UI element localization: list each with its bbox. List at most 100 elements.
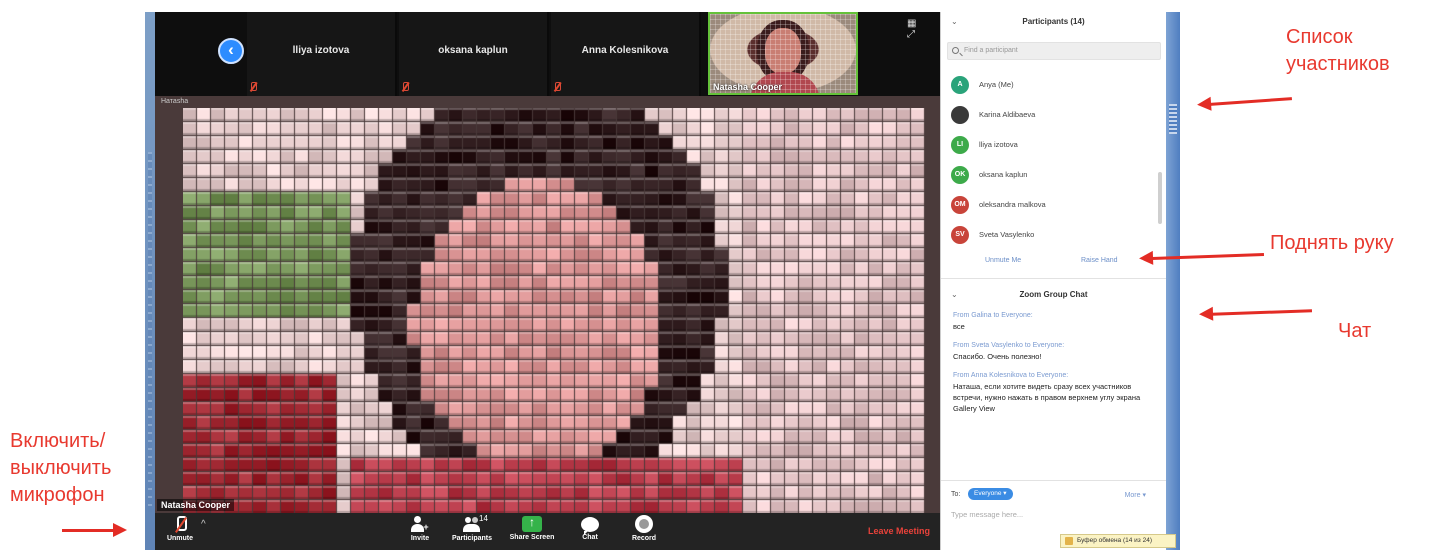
screenshot-stage: ‹ lliya izotova oksana kaplun Anna Koles… (0, 0, 1443, 550)
meeting-toolbar: Unmute ^ + Invite 14 Participants Share … (155, 513, 940, 550)
participant-row[interactable]: OK oksana kaplun (949, 162, 1161, 192)
annotation-arrow-participants (1209, 97, 1293, 106)
annotation-arrow-mic (62, 523, 127, 537)
message-text: Наташа, если хотите видеть сразу всех уч… (953, 382, 1141, 413)
unmute-button[interactable]: Unmute (155, 515, 205, 542)
participant-row[interactable]: Karina Aldibaeva (949, 102, 1161, 132)
participant-row[interactable]: SV Sveta Vasylenko (949, 222, 1161, 252)
to-label: To: (951, 491, 961, 498)
participant-name: oksana kaplun (979, 170, 1028, 179)
chat-message: From Sveta Vasylenko to Everyone: Спасиб… (953, 342, 1158, 362)
chat-message-input[interactable]: Type message here... (951, 510, 1023, 519)
thumbnail-oksana[interactable]: oksana kaplun (399, 12, 549, 96)
participants-header: ⌄ Participants (14) (941, 12, 1166, 32)
thumbnail-name: Natasha Cooper (713, 82, 783, 92)
participant-name: Sveta Vasylenko (979, 230, 1035, 239)
message-sender: From Anna Kolesnikova to Everyone: (953, 372, 1069, 379)
record-icon (635, 515, 653, 533)
participants-button[interactable]: 14 Participants (447, 514, 497, 542)
avatar: OM (951, 196, 969, 214)
chat-message: From Anna Kolesnikova to Everyone: Наташ… (953, 372, 1158, 414)
chat-button[interactable]: Chat (565, 515, 615, 541)
muted-mic-icon (401, 82, 409, 92)
thumbnail-name: lliya izotova (292, 45, 350, 56)
share-screen-button[interactable]: Share Screen (507, 515, 557, 541)
annotation-mic: Включить/ выключить микрофон (10, 430, 112, 506)
muted-mic-icon (171, 515, 189, 533)
chat-message: From Galina to Everyone: все (953, 312, 1158, 332)
participant-name: Anya (Me) (979, 80, 1014, 89)
side-panel: ⌄ Participants (14) Find a participant A… (940, 12, 1180, 550)
annotation-chat: Чат (1338, 320, 1372, 342)
record-label: Record (631, 535, 657, 542)
avatar: SV (951, 226, 969, 244)
audio-options-chevron-icon[interactable]: ^ (201, 519, 206, 530)
participant-name: oleksandra malkova (979, 200, 1046, 209)
invite-icon: + (411, 515, 429, 533)
avatar: LI (951, 136, 969, 154)
window-scrollbar[interactable] (1166, 12, 1180, 550)
message-text: все (953, 322, 965, 331)
collapse-chevron-icon[interactable]: ⌄ (951, 12, 958, 32)
more-options-link[interactable]: More ▾ (1125, 491, 1146, 499)
muted-mic-icon (553, 82, 561, 92)
muted-mic-icon (249, 82, 257, 92)
thumbnail-name: oksana kaplun (438, 45, 508, 56)
speaker-tag: Натаsha (161, 98, 189, 105)
panel-divider (941, 278, 1166, 279)
back-arrow-icon[interactable]: ‹ (218, 38, 244, 64)
speaker-video-mosaic (183, 108, 925, 513)
clipboard-notification[interactable]: Буфер обмена (14 из 24) (1060, 534, 1176, 548)
message-text: Спасибо. Очень полезно! (953, 352, 1042, 361)
search-icon (952, 47, 959, 54)
message-sender: From Sveta Vasylenko to Everyone: (953, 342, 1065, 349)
chat-recipient-row: To: Everyone ▾ More ▾ (951, 488, 1156, 502)
avatar (951, 106, 969, 124)
chat-input-divider (941, 480, 1166, 481)
participant-name: Karina Aldibaeva (979, 110, 1036, 119)
thumbnail-strip: ‹ lliya izotova oksana kaplun Anna Koles… (155, 12, 940, 96)
participant-actions: Unmute Me Raise Hand (941, 252, 1166, 272)
unmute-label: Unmute (166, 535, 194, 542)
record-button[interactable]: Record (619, 515, 669, 542)
thumbnail-natasha-video[interactable]: Natasha Cooper (708, 12, 858, 95)
invite-button[interactable]: + Invite (395, 515, 445, 542)
chat-label: Chat (582, 534, 598, 541)
annotation-raise-hand: Поднять руку (1270, 232, 1394, 254)
participant-row[interactable]: LI lliya izotova (949, 132, 1161, 162)
desktop-edge (145, 12, 155, 550)
share-screen-icon (522, 515, 542, 532)
participant-search-input[interactable]: Find a participant (947, 42, 1161, 60)
participant-row[interactable]: A Anya (Me) (949, 72, 1161, 102)
raise-hand-link[interactable]: Raise Hand (1081, 257, 1118, 264)
recipient-select[interactable]: Everyone ▾ (968, 488, 1013, 500)
main-video: Натаsha Natasha Cooper (155, 96, 940, 513)
annotation-arrow-chat (1211, 309, 1313, 316)
collapse-chevron-icon[interactable]: ⌄ (951, 285, 958, 305)
annotation-participants-list: Список участников (1286, 26, 1390, 75)
avatar: A (951, 76, 969, 94)
participant-list: A Anya (Me) Karina Aldibaeva LI lliya iz… (949, 72, 1161, 252)
participants-label: Participants (451, 535, 493, 542)
chat-header: ⌄ Zoom Group Chat (941, 285, 1166, 305)
zoom-window: ‹ lliya izotova oksana kaplun Anna Koles… (145, 12, 940, 550)
thumbnail-anna[interactable]: Anna Kolesnikova (551, 12, 701, 96)
participants-title: Participants (14) (1022, 17, 1085, 26)
chat-title: Zoom Group Chat (1019, 290, 1088, 299)
search-placeholder: Find a participant (964, 47, 1018, 54)
leave-meeting-button[interactable]: Leave Meeting (868, 526, 930, 536)
thumbnail-lliya[interactable]: lliya izotova (247, 12, 397, 96)
gallery-fullscreen-icon[interactable]: ▦ ⤢ (907, 18, 940, 40)
main-speaker-name: Natasha Cooper (157, 499, 235, 511)
thumbnail-name: Anna Kolesnikova (581, 45, 669, 56)
participants-count: 14 (479, 514, 488, 523)
chat-messages: From Galina to Everyone: все From Sveta … (953, 312, 1158, 424)
participant-name: lliya izotova (979, 140, 1018, 149)
share-screen-label: Share Screen (509, 534, 555, 541)
avatar: OK (951, 166, 969, 184)
message-sender: From Galina to Everyone: (953, 312, 1033, 319)
chat-icon (581, 517, 599, 535)
participant-row[interactable]: OM oleksandra malkova (949, 192, 1161, 222)
participant-list-scrollbar[interactable] (1158, 172, 1162, 224)
unmute-me-link[interactable]: Unmute Me (985, 257, 1021, 264)
